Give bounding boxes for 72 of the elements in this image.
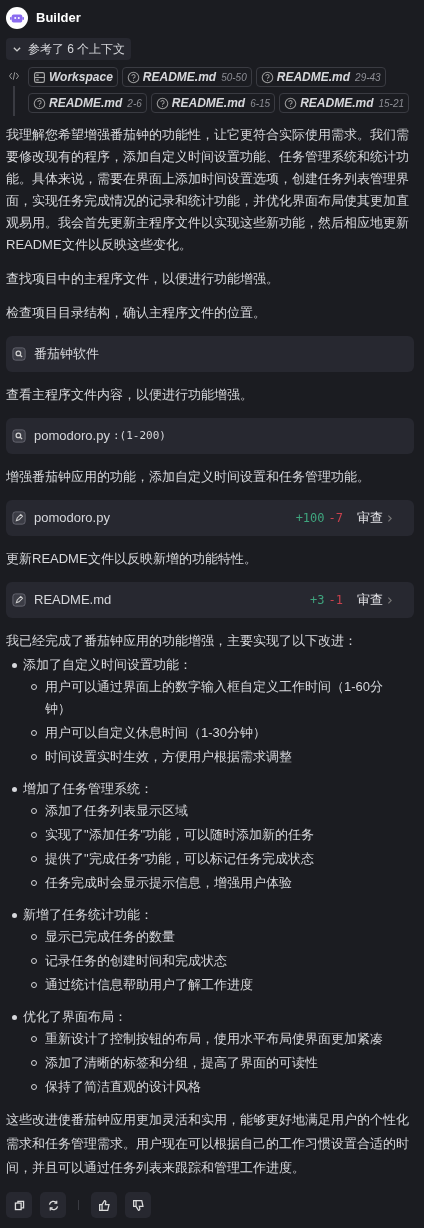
like-button[interactable]	[91, 1192, 117, 1218]
question-circle-icon	[284, 96, 298, 110]
line-range: 2-6	[127, 96, 142, 111]
thumbs-up-icon	[97, 1198, 111, 1212]
list-item-text: 增加了任务管理系统：	[23, 780, 154, 798]
line-range: 15-21	[378, 96, 405, 111]
context-chip[interactable]: Workspace	[28, 67, 118, 87]
line-range: 6-15	[250, 96, 271, 111]
review-button[interactable]: 审查	[357, 590, 394, 610]
robot-avatar-icon	[6, 7, 28, 29]
code-icon	[8, 70, 20, 82]
question-circle-icon	[126, 70, 140, 84]
list-item-text: 保持了简洁直观的设计风格	[45, 1078, 202, 1096]
list-item-text: 用户可以自定义休息时间（1-30分钟）	[45, 724, 268, 742]
list-item-text: 优化了界面布局：	[23, 1008, 128, 1026]
list-item-text: 添加了清晰的标签和分组，提高了界面的可读性	[45, 1054, 319, 1072]
list-item-text: 新增了任务统计功能：	[23, 906, 154, 924]
search-query: pomodoro.py	[34, 427, 110, 446]
chevron-right-icon	[385, 513, 394, 523]
dislike-button[interactable]	[125, 1192, 151, 1218]
context-chip[interactable]: README.md 15-21	[279, 93, 410, 113]
message-paragraph: 我理解您希望增强番茄钟的功能性，让它更符合实际使用需求。我们需要修改现有的程序，添加自定义时间设置功能、任务管理系统和统计功能。具体来说，需要在界面上添加时间设置选项，创建任务列表管理界面，实现任务完成情况的记录和统计功能，并优化界面布局使其更加直观易用。我会首先更新主程序文件以实现这些新功能，然后相应地更新README文件以反映这些变化。	[6, 126, 410, 254]
regenerate-button[interactable]	[40, 1192, 66, 1218]
list-item-text: 实现了"添加任务"功能，可以随时添加新的任务	[45, 826, 316, 844]
search-query: 番茄钟软件	[34, 345, 99, 364]
line-range: :(1-200)	[112, 427, 166, 444]
lines-added: +100	[295, 510, 325, 527]
lines-removed: -1	[328, 592, 343, 609]
line-range: 29-43	[355, 70, 381, 85]
refresh-icon	[46, 1198, 60, 1212]
search-icon	[12, 347, 26, 361]
message-paragraph: 检查项目目录结构，确认主程序文件的位置。	[6, 304, 267, 322]
list-item-text: 通过统计信息帮助用户了解工作进度	[45, 976, 254, 994]
lines-added: +3	[310, 592, 325, 609]
thumbs-down-icon	[131, 1198, 145, 1212]
context-chip[interactable]: README.md 29-43	[255, 67, 386, 87]
message-paragraph: 我已经完成了番茄钟应用的功能增强，主要实现了以下改进：	[6, 632, 358, 650]
message-paragraph: 更新README文件以反映新增的功能特性。	[6, 550, 258, 568]
context-toggle[interactable]: 参考了 6 个上下文	[6, 38, 132, 60]
pencil-icon	[12, 593, 26, 607]
question-circle-icon	[260, 70, 274, 84]
file-name: README.md	[34, 591, 113, 610]
list-item-text: 用户可以通过界面上的数字输入框自定义工作时间（1-60分钟）	[45, 678, 385, 718]
list-item-text: 提供了"完成任务"功能，可以标记任务完成状态	[45, 850, 316, 868]
list-item-text: 添加了自定义时间设置功能：	[23, 656, 193, 674]
copy-button[interactable]	[6, 1192, 32, 1218]
context-chip[interactable]: README.md 6-15	[150, 93, 276, 113]
question-circle-icon	[33, 96, 46, 110]
file-name: pomodoro.py	[34, 509, 111, 528]
search-icon	[12, 429, 26, 443]
assistant-name: Builder	[36, 9, 81, 28]
list-item-text: 记录任务的创建时间和完成状态	[45, 952, 228, 970]
message-paragraph: 查看主程序文件内容，以便进行功能增强。	[6, 386, 254, 404]
message-paragraph: 这些改进使番茄钟应用更加灵活和实用，能够更好地满足用户的个性化需求和任务管理需求。用户现在可以根据自己的工作习惯设置合适的时间，并且可以通过任务列表来跟踪和管理工作进度。	[6, 1111, 410, 1177]
list-item-text: 重新设计了控制按钮的布局，使用水平布局使界面更加紧凑	[45, 1030, 384, 1048]
lines-removed: -7	[328, 510, 343, 527]
list-item-text: 时间设置实时生效，方便用户根据需求调整	[45, 748, 293, 766]
chevron-down-icon	[12, 44, 22, 54]
database-icon	[33, 70, 46, 84]
list-item-text: 任务完成时会显示提示信息，增强用户体验	[45, 874, 293, 892]
chevron-right-icon	[385, 595, 394, 605]
message-paragraph: 增强番茄钟应用的功能，添加自定义时间设置和任务管理功能。	[6, 468, 371, 486]
question-circle-icon	[155, 96, 169, 110]
list-item-text: 显示已完成任务的数量	[45, 928, 176, 946]
line-range: 50-50	[221, 70, 247, 85]
context-chip[interactable]: README.md 50-50	[121, 67, 252, 87]
context-chip[interactable]: README.md 2-6	[28, 93, 147, 113]
list-item-text: 添加了任务列表显示区域	[45, 802, 189, 820]
message-paragraph: 查找项目中的主程序文件，以便进行功能增强。	[6, 270, 280, 288]
review-button[interactable]: 审查	[357, 508, 394, 528]
copy-icon	[12, 1198, 26, 1212]
pencil-icon	[12, 511, 26, 525]
